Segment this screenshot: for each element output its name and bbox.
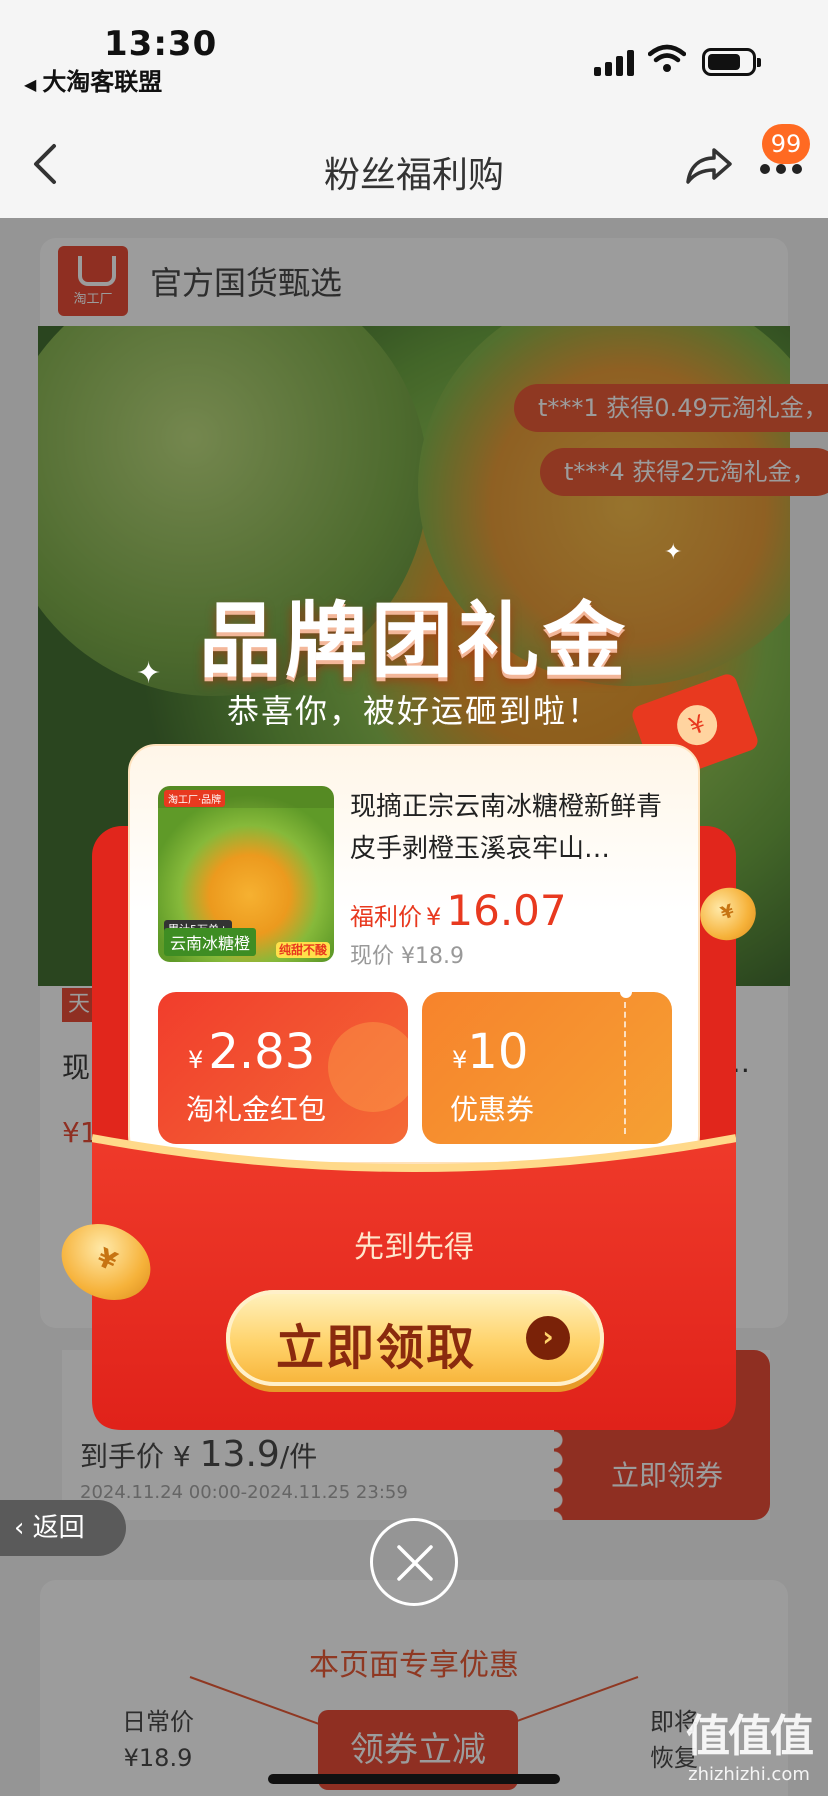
sparkle-icon: ✦ [664, 540, 683, 565]
thumbnail-brand-tag: 淘工厂·品牌 [164, 790, 226, 807]
site-watermark: 值值值 zhizhizhi.com [676, 1700, 822, 1785]
welfare-price: 福利价 ¥ 16.07 [350, 886, 567, 935]
cash-gift-amount: ¥ 2.83 [188, 1024, 315, 1080]
arrow-right-icon: › [526, 1316, 570, 1360]
discount-amount: ¥10 [452, 1024, 528, 1080]
discount-value: 10 [467, 1024, 529, 1080]
return-label: 返回 [32, 1513, 85, 1543]
product-thumbnail: 淘工厂·品牌 累计5万单+ 云南冰糖橙 纯甜不酸 [158, 786, 334, 962]
welfare-price-yen: ¥ [426, 903, 442, 931]
watermark-url: zhizhizhi.com [688, 1764, 810, 1785]
product-name: 现摘正宗云南冰糖橙新鲜青皮手剥橙玉溪哀牢山… [350, 792, 663, 864]
cash-yen: ¥ [188, 1046, 204, 1074]
envelope-front: 先到先得 立即领取 › [92, 1118, 736, 1430]
current-price: 现价 ¥18.9 [350, 944, 464, 969]
popup-title: 品牌团礼金 [198, 594, 629, 689]
return-button[interactable]: ‹ 返回 [0, 1500, 126, 1556]
thumbnail-name: 云南冰糖橙 [164, 928, 257, 956]
welfare-price-value: 16.07 [446, 886, 567, 935]
discount-yen: ¥ [452, 1046, 468, 1074]
watermark-logo: 值值值 [686, 1711, 814, 1762]
first-come-text: 先到先得 [354, 1230, 474, 1265]
claim-now-label: 立即领取 [276, 1320, 477, 1376]
claim-now-button[interactable]: 立即领取 › [226, 1290, 604, 1386]
offer-letter: 淘工厂·品牌 累计5万单+ 云南冰糖橙 纯甜不酸 现摘正宗云南冰糖橙新鲜青皮手剥… [128, 744, 700, 1164]
chevron-left-icon: ‹ [14, 1513, 33, 1543]
welfare-price-label: 福利价 [350, 903, 422, 931]
home-indicator[interactable] [268, 1774, 560, 1784]
close-icon [397, 1545, 433, 1581]
thumbnail-sweet-tag: 纯甜不酸 [276, 942, 330, 958]
close-popup-button[interactable] [370, 1518, 458, 1606]
cash-value: 2.83 [208, 1024, 316, 1080]
